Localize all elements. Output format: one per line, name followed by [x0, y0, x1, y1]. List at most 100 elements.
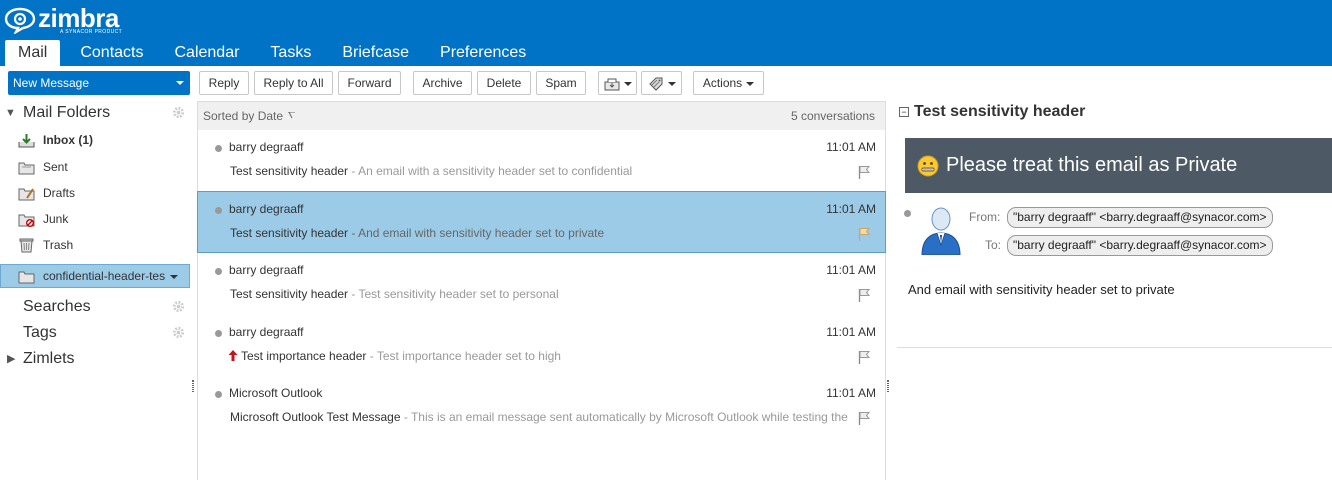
timestamp: 11:01 AM [826, 140, 876, 154]
subject: Test sensitivity header [230, 164, 349, 178]
spam-button[interactable]: Spam [536, 71, 586, 95]
flag-icon[interactable] [858, 227, 870, 241]
sidebar-item-drafts[interactable]: Drafts [0, 181, 190, 205]
sidebar-item-sent[interactable]: Sent [0, 155, 190, 179]
tags-header[interactable]: Tags [0, 322, 190, 344]
flag-icon[interactable] [858, 350, 870, 364]
chevron-down-icon [667, 81, 676, 86]
flag-icon[interactable] [858, 411, 870, 425]
sender: Microsoft Outlook [229, 386, 323, 400]
conversation-row[interactable]: barry degraaff 11:01 AM Test sensitivity… [198, 253, 885, 315]
tab-preferences[interactable]: Preferences [429, 40, 537, 66]
searches-header[interactable]: Searches [0, 296, 190, 318]
reading-pane-splitter[interactable] [887, 380, 889, 392]
sidebar-item-junk[interactable]: Junk [0, 207, 190, 231]
tab-mail[interactable]: Mail [5, 40, 61, 66]
chevron-down-icon [746, 81, 755, 86]
sidebar-item-label: Trash [43, 238, 74, 252]
subject-line: Test importance header - Test importance… [228, 349, 848, 363]
message-body: And email with sensitivity header set to… [908, 282, 1175, 297]
actions-menu-button[interactable]: Actions [693, 71, 764, 95]
sidebar-item-label: Drafts [43, 186, 76, 200]
zimbra-logo[interactable]: zimbra A SYNACOR PRODUCT [4, 4, 128, 36]
to-label: To: [985, 238, 1002, 252]
sidebar-item-trash[interactable]: Trash [0, 233, 190, 257]
collapse-icon[interactable]: − [899, 107, 909, 117]
timestamp: 11:01 AM [826, 263, 876, 277]
flag-icon[interactable] [858, 288, 870, 302]
tab-contacts[interactable]: Contacts [69, 40, 154, 66]
chevron-down-icon[interactable] [170, 275, 178, 279]
sensitivity-banner-text: Please treat this email as Private [946, 154, 1238, 176]
conversation-row[interactable]: barry degraaff 11:01 AM Test importance … [198, 315, 885, 377]
inbox-icon [18, 134, 35, 148]
read-status-dot[interactable] [215, 330, 222, 337]
tab-briefcase[interactable]: Briefcase [331, 40, 420, 66]
divider [897, 347, 1332, 348]
mail-folders-header[interactable]: ▼ Mail Folders [0, 102, 190, 124]
conversation-row-selected[interactable]: barry degraaff 11:01 AM Test sensitivity… [197, 191, 886, 253]
searches-label: Searches [23, 298, 91, 315]
drafts-folder-icon [18, 188, 35, 201]
from-label: From: [969, 210, 1001, 224]
reading-pane: − Test sensitivity header Please treat t… [892, 101, 1332, 480]
fragment: - This is an email message sent automati… [400, 410, 848, 424]
read-status-dot[interactable] [215, 268, 222, 275]
read-status-dot[interactable] [215, 207, 222, 214]
app-tabs: Mail Contacts Calendar Tasks Briefcase P… [5, 40, 546, 66]
gear-icon[interactable] [172, 300, 185, 313]
subject-line: Test sensitivity header - Test sensitivi… [230, 287, 850, 301]
tab-tasks[interactable]: Tasks [259, 40, 322, 66]
actions-label: Actions [702, 76, 743, 90]
sort-by-date-button[interactable]: Sorted by Date [203, 102, 283, 130]
collapsed-triangle-icon[interactable]: ▶ [7, 348, 15, 370]
sidebar-splitter[interactable] [192, 380, 194, 392]
delete-button[interactable]: Delete [477, 71, 531, 95]
from-address-bubble[interactable]: "barry degraaff" <barry.degraaff@synacor… [1007, 207, 1273, 228]
logo-wordmark: zimbra [38, 3, 119, 33]
subject: Microsoft Outlook Test Message [230, 410, 401, 424]
subject-line: Microsoft Outlook Test Message - This is… [230, 410, 850, 424]
tag-button[interactable] [641, 71, 682, 95]
chevron-down-icon[interactable] [176, 81, 184, 85]
gear-icon[interactable] [172, 106, 185, 119]
expanded-triangle-icon[interactable]: ▼ [5, 102, 16, 124]
sensitivity-banner: Please treat this email as Private [905, 138, 1332, 193]
conversation-count: 5 conversations [790, 109, 875, 123]
sidebar: ▼ Mail Folders Inbox (1) Sent Drafts Jun… [0, 101, 190, 480]
tab-calendar[interactable]: Calendar [163, 40, 250, 66]
timestamp: 11:01 AM [826, 325, 876, 339]
forward-button[interactable]: Forward [338, 71, 401, 95]
folder-icon [18, 271, 35, 284]
tags-label: Tags [23, 324, 57, 341]
logo-tagline: A SYNACOR PRODUCT [60, 29, 123, 35]
sidebar-item-confidential-header[interactable]: confidential-header-tes [0, 264, 190, 288]
message-list: Sorted by Date 5 conversations barry deg… [197, 101, 886, 480]
sidebar-item-label: Junk [43, 212, 69, 226]
sender: barry degraaff [229, 140, 304, 154]
subject-line: Test sensitivity header - And email with… [230, 226, 850, 240]
read-status-dot[interactable] [215, 391, 222, 398]
conversation-row[interactable]: barry degraaff 11:01 AM Test sensitivity… [198, 130, 885, 192]
reply-button[interactable]: Reply [199, 71, 249, 95]
new-message-label: New Message [13, 76, 90, 90]
trash-icon [19, 238, 34, 253]
to-address-bubble[interactable]: "barry degraaff" <barry.degraaff@synacor… [1007, 235, 1273, 256]
move-button[interactable] [598, 71, 637, 95]
new-message-button[interactable]: New Message [8, 71, 190, 95]
sent-folder-icon [18, 162, 35, 175]
sidebar-item-inbox[interactable]: Inbox (1) [0, 128, 190, 152]
read-status-dot[interactable] [215, 145, 222, 152]
read-status-dot[interactable] [904, 210, 911, 217]
zimlets-header[interactable]: ▶ Zimlets [0, 348, 190, 370]
high-importance-icon [228, 350, 238, 361]
top-header: zimbra A SYNACOR PRODUCT Mail Contacts C… [0, 0, 1332, 66]
gear-icon[interactable] [172, 326, 185, 339]
message-title: Test sensitivity header [914, 103, 1086, 120]
conversation-row[interactable]: Microsoft Outlook 11:01 AM Microsoft Out… [198, 376, 885, 438]
reply-all-button[interactable]: Reply to All [254, 71, 333, 95]
archive-button[interactable]: Archive [413, 71, 472, 95]
flag-icon[interactable] [858, 165, 870, 179]
sidebar-item-label: confidential-header-tes [43, 269, 166, 283]
sort-descending-icon[interactable] [288, 112, 295, 119]
